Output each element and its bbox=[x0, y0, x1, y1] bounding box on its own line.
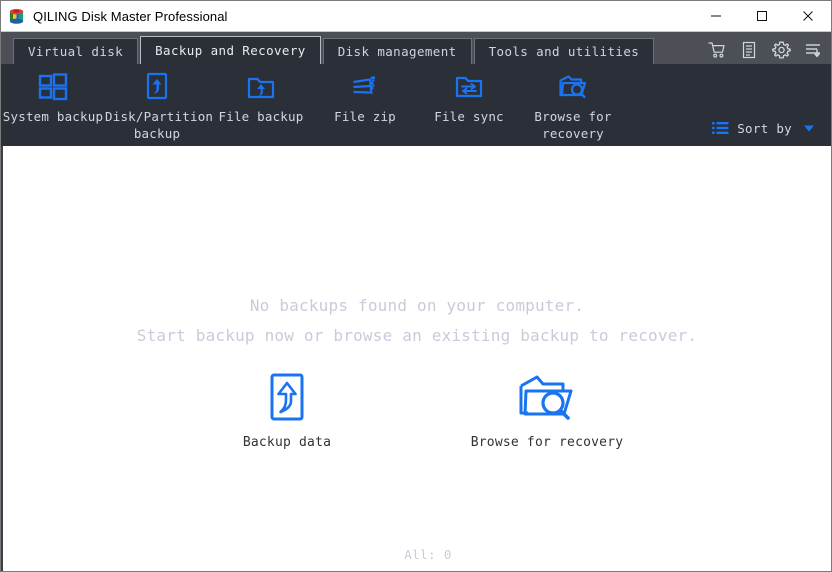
folder-search-icon bbox=[557, 72, 589, 102]
tab-tools-and-utilities[interactable]: Tools and utilities bbox=[474, 38, 655, 64]
folder-arrow-up-icon bbox=[246, 72, 276, 102]
toolbar-label-file-zip: File zip bbox=[313, 108, 417, 125]
disk-arrow-up-icon bbox=[143, 72, 171, 102]
empty-state-actions: Backup data Browse for recovery bbox=[192, 373, 642, 450]
toolbar-item-disk-partition-backup[interactable]: Disk/Partition backup bbox=[105, 72, 209, 142]
toolbar-item-file-zip[interactable]: File zip bbox=[313, 72, 417, 125]
backup-data-icon bbox=[264, 373, 310, 425]
tab-virtual-disk[interactable]: Virtual disk bbox=[13, 38, 138, 64]
toolbar-item-file-backup[interactable]: File backup bbox=[209, 72, 313, 125]
tab-strip-icons bbox=[707, 40, 823, 60]
action-label-browse-for-recovery: Browse for recovery bbox=[471, 435, 624, 450]
tab-backup-and-recovery[interactable]: Backup and Recovery bbox=[140, 36, 321, 64]
toolbar-label-system-backup: System backup bbox=[1, 108, 105, 125]
file-zip-icon bbox=[350, 72, 380, 102]
toolbar-label-file-sync: File sync bbox=[417, 108, 521, 125]
empty-state-line-1: No backups found on your computer. bbox=[137, 291, 697, 321]
action-browse-for-recovery[interactable]: Browse for recovery bbox=[452, 373, 642, 450]
menu-sort-icon[interactable] bbox=[803, 40, 823, 60]
action-backup-data[interactable]: Backup data bbox=[192, 373, 382, 450]
chevron-down-icon[interactable] bbox=[799, 118, 819, 138]
browse-recovery-icon bbox=[516, 373, 578, 425]
maximize-button[interactable] bbox=[739, 1, 785, 31]
toolbar-label-file-backup: File backup bbox=[209, 108, 313, 125]
toolbar-item-browse-for-recovery[interactable]: Browse for recovery bbox=[521, 72, 625, 142]
toolbar-item-system-backup[interactable]: System backup bbox=[1, 72, 105, 125]
gear-icon[interactable] bbox=[771, 40, 791, 60]
close-button[interactable] bbox=[785, 1, 831, 31]
folder-sync-icon bbox=[454, 72, 484, 102]
sort-by-label: Sort by bbox=[737, 121, 792, 136]
list-lines-icon bbox=[710, 118, 730, 138]
title-bar: QILING Disk Master Professional bbox=[1, 1, 831, 32]
content-area: No backups found on your computer. Start… bbox=[1, 146, 831, 571]
tab-strip: Virtual disk Backup and Recovery Disk ma… bbox=[1, 32, 831, 64]
item-count-status: All: 0 bbox=[3, 547, 831, 562]
shopping-cart-icon[interactable] bbox=[707, 40, 727, 60]
empty-state-message: No backups found on your computer. Start… bbox=[137, 291, 697, 351]
window-controls bbox=[693, 1, 831, 31]
title-bar-left: QILING Disk Master Professional bbox=[1, 8, 228, 25]
toolbar-item-file-sync[interactable]: File sync bbox=[417, 72, 521, 125]
log-list-icon[interactable] bbox=[739, 40, 759, 60]
application-window: QILING Disk Master Professional Virtual … bbox=[0, 0, 832, 572]
action-label-backup-data: Backup data bbox=[243, 435, 331, 450]
qiling-cube-icon bbox=[8, 8, 25, 25]
empty-state-line-2: Start backup now or browse an existing b… bbox=[137, 321, 697, 351]
main-toolbar: System backup Disk/Partition backup File… bbox=[1, 64, 831, 146]
toolbar-label-browse-for-recovery: Browse for recovery bbox=[521, 108, 625, 142]
toolbar-label-disk-partition-backup: Disk/Partition backup bbox=[105, 108, 209, 142]
minimize-button[interactable] bbox=[693, 1, 739, 31]
windows-panes-icon bbox=[38, 72, 68, 102]
sort-by-control[interactable]: Sort by bbox=[710, 118, 819, 138]
window-title: QILING Disk Master Professional bbox=[33, 9, 228, 24]
tab-disk-management[interactable]: Disk management bbox=[323, 38, 472, 64]
